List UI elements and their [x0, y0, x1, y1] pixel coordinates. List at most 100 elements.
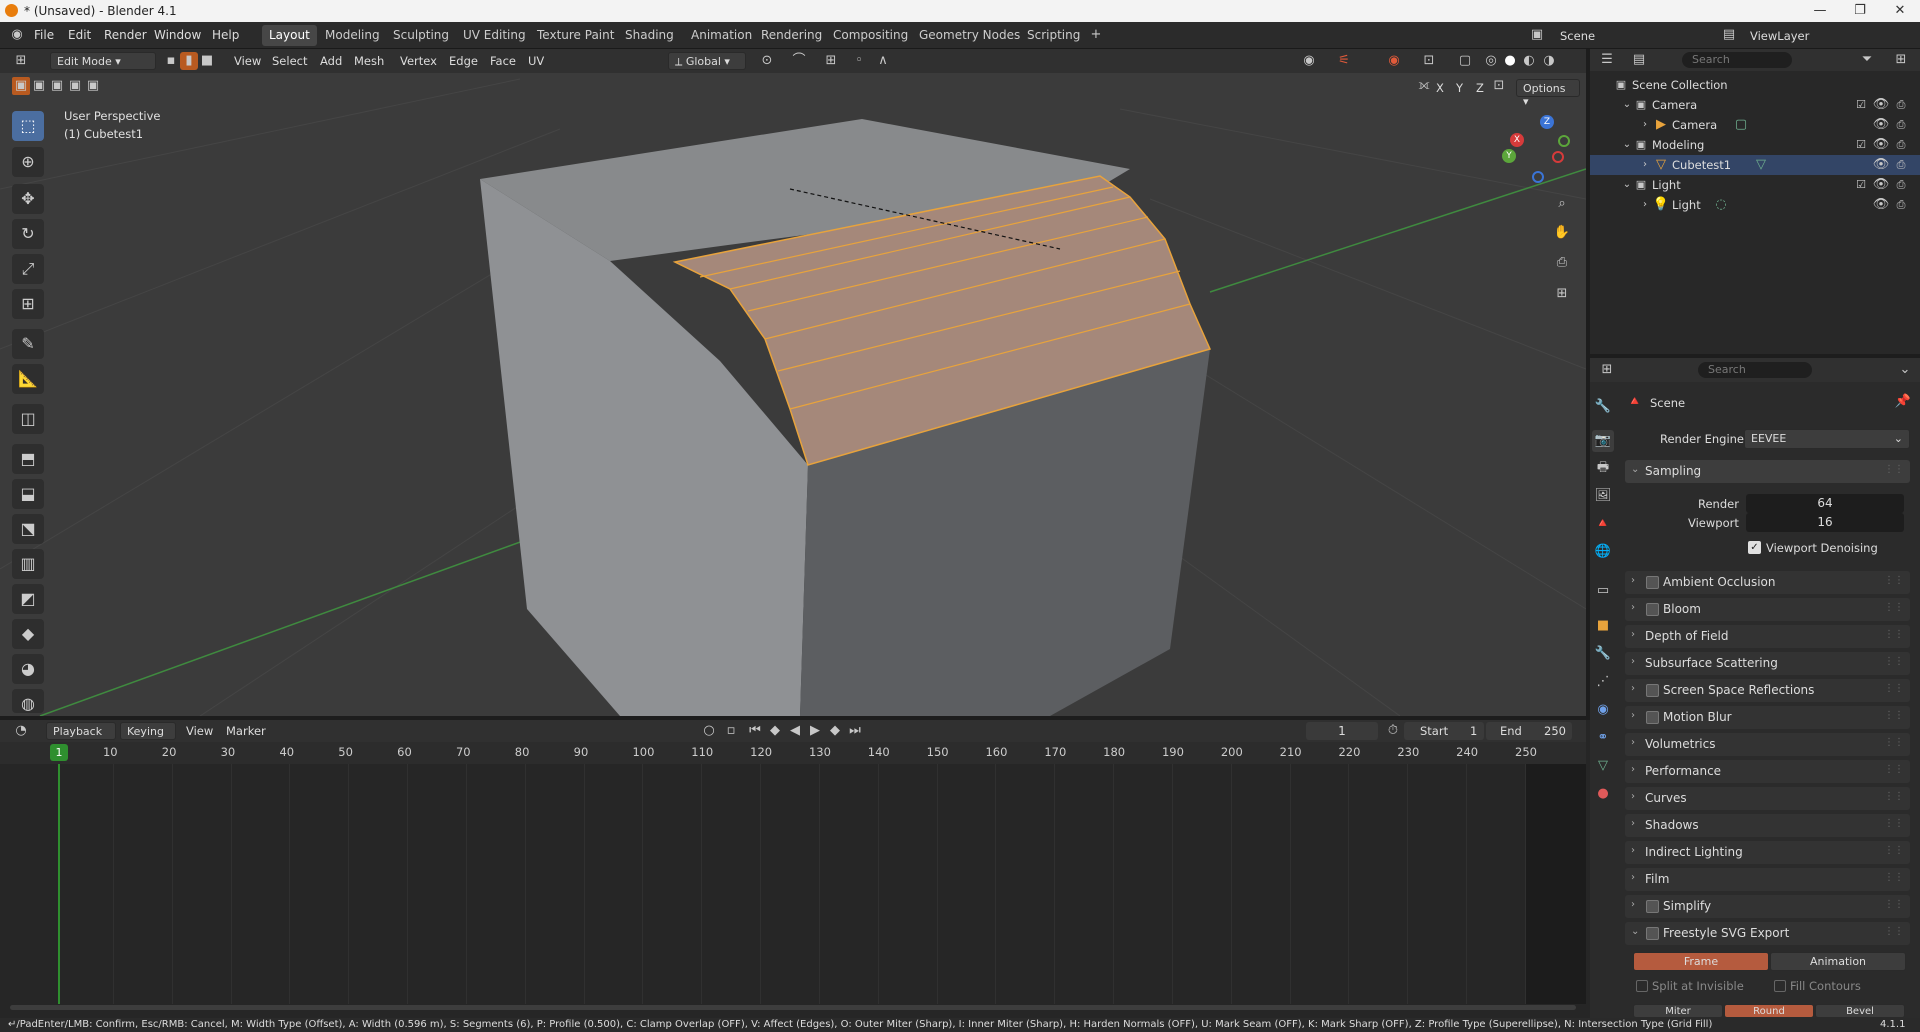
scale-tool[interactable]: ⤢ — [12, 254, 44, 284]
freestyle-frame-button[interactable]: Frame — [1633, 952, 1769, 971]
fill-contours-checkbox[interactable] — [1774, 980, 1786, 992]
panel-simplify[interactable]: › Simplify ⋮⋮ — [1625, 895, 1910, 918]
eye-icon[interactable]: 👁 — [1872, 176, 1890, 194]
scene-icon[interactable]: ▣ — [1528, 26, 1546, 44]
inset-tool[interactable]: ⬓ — [12, 479, 44, 509]
outliner-row-light-object[interactable]: › 💡 Light ◌ 👁 ⎙ — [1590, 195, 1920, 215]
render-camera-icon[interactable]: ⎙ — [1892, 156, 1910, 174]
add-workspace-icon[interactable]: + — [1087, 26, 1105, 44]
light-data-icon[interactable]: ◌ — [1712, 196, 1730, 214]
menu-mesh[interactable]: Mesh — [354, 54, 384, 68]
checkbox-icon[interactable]: ☑ — [1852, 96, 1870, 114]
close-icon[interactable]: ✕ — [1880, 2, 1920, 20]
snap-icon[interactable]: ⌒ — [790, 52, 808, 70]
record-icon[interactable]: ○ — [700, 722, 718, 740]
falloff-icon[interactable]: ∧ — [874, 52, 892, 70]
camera-view-icon[interactable]: ⎙ — [1553, 254, 1571, 272]
start-frame-field[interactable]: Start 1 — [1404, 722, 1484, 740]
new-collection-icon[interactable]: ⊞ — [1892, 51, 1910, 69]
playback-menu[interactable]: Playback ▾ — [46, 722, 116, 751]
collection-tab-icon[interactable]: ▭ — [1592, 580, 1614, 602]
render-camera-icon[interactable]: ⎙ — [1892, 116, 1910, 134]
timeline-view-menu[interactable]: View — [186, 724, 213, 738]
view-layer-name[interactable]: ViewLayer — [1750, 29, 1809, 43]
panel-film[interactable]: › Film ⋮⋮ — [1625, 868, 1910, 891]
menu-edit[interactable]: Edit — [68, 28, 91, 42]
rotate-tool[interactable]: ↻ — [12, 219, 44, 249]
panel-enable-checkbox[interactable] — [1646, 927, 1659, 940]
eye-icon[interactable]: 👁 — [1872, 196, 1890, 214]
auto-key-icon[interactable]: ▫ — [722, 722, 740, 740]
next-keyframe-icon[interactable]: ◆ — [826, 722, 844, 740]
freestyle-animation-button[interactable]: Animation — [1770, 952, 1906, 971]
viewport-denoising-checkbox[interactable]: ✓ — [1748, 541, 1761, 554]
render-camera-icon[interactable]: ⎙ — [1892, 136, 1910, 154]
outliner-row-cubetest1[interactable]: › ▽ Cubetest1 ▽ 👁 ⎙ — [1590, 155, 1920, 175]
select-mode-invert-icon[interactable]: ▣ — [66, 77, 84, 95]
snap-target-icon[interactable]: ⊞ — [822, 52, 840, 70]
eye-icon[interactable]: 👁 — [1872, 136, 1890, 154]
panel-volumetrics[interactable]: › Volumetrics ⋮⋮ — [1625, 733, 1910, 756]
viewport-samples-field[interactable]: 16 — [1746, 513, 1904, 532]
view-layer-tab-icon[interactable]: 🖼 — [1592, 485, 1614, 507]
camera-data-icon[interactable]: ▢ — [1732, 116, 1750, 134]
menu-uv[interactable]: UV — [528, 54, 544, 68]
gizmo-z-axis[interactable]: Z — [1540, 115, 1554, 129]
spin-tool[interactable]: ◕ — [12, 654, 44, 684]
visibility-icon[interactable]: ◉ — [1300, 52, 1318, 70]
mode-dropdown[interactable]: Edit Mode ▾ — [50, 52, 156, 70]
tab-scripting[interactable]: Scripting — [1020, 25, 1087, 46]
navigation-gizmo[interactable]: Z X Y — [1502, 115, 1572, 185]
panel-bloom[interactable]: › Bloom ⋮⋮ — [1625, 598, 1910, 621]
preview-range-icon[interactable]: ⏱ — [1384, 722, 1402, 740]
tab-compositing[interactable]: Compositing — [826, 25, 915, 46]
menu-face[interactable]: Face — [490, 54, 516, 68]
solid-shading-icon[interactable]: ● — [1501, 52, 1519, 70]
panel-enable-checkbox[interactable] — [1646, 684, 1659, 697]
panel-curves[interactable]: › Curves ⋮⋮ — [1625, 787, 1910, 810]
properties-options-icon[interactable]: ⌄ — [1896, 361, 1914, 379]
zoom-icon[interactable]: ⌕ — [1553, 195, 1571, 213]
tab-geometry-nodes[interactable]: Geometry Nodes — [912, 25, 1027, 46]
particles-tab-icon[interactable]: ⋰ — [1592, 671, 1614, 693]
gizmo-neg-z[interactable] — [1532, 171, 1544, 183]
outliner-editor-icon[interactable]: ☰ — [1598, 51, 1616, 69]
drag-grip-icon[interactable]: ⋮⋮ — [1884, 710, 1904, 721]
tab-texture-paint[interactable]: Texture Paint — [530, 25, 621, 46]
menu-render[interactable]: Render — [104, 28, 147, 42]
cursor-tool[interactable]: ⊕ — [12, 147, 44, 177]
extrude-tool[interactable]: ⬒ — [12, 444, 44, 474]
move-tool[interactable]: ✥ — [12, 184, 44, 214]
face-select-icon[interactable]: ■ — [198, 52, 216, 70]
transform-tool[interactable]: ⊞ — [12, 289, 44, 319]
outliner-row-modeling-collection[interactable]: ⌄ ▣ Modeling ☑ 👁 ⎙ — [1590, 135, 1920, 155]
perspective-toggle-icon[interactable]: ⊞ — [1553, 285, 1571, 303]
render-tab-icon[interactable]: 📷 — [1592, 430, 1614, 452]
panel-enable-checkbox[interactable] — [1646, 900, 1659, 913]
properties-search[interactable]: Search — [1698, 362, 1812, 378]
drag-grip-icon[interactable]: ⋮⋮ — [1884, 737, 1904, 748]
gizmo-icon[interactable]: ⚟ — [1335, 52, 1353, 70]
options-dropdown[interactable]: Options ▾ — [1516, 79, 1580, 108]
pivot-icon[interactable]: ⊙ — [758, 52, 776, 70]
blender-menu-icon[interactable]: ◉ — [8, 26, 26, 44]
loop-cut-tool[interactable]: ▥ — [12, 549, 44, 579]
miter-join-button[interactable]: Miter — [1633, 1004, 1723, 1018]
mesh-overlay-icon[interactable]: ⊡ — [1420, 52, 1438, 70]
viewport-3d[interactable]: ⊞ Edit Mode ▾ ▪ ▮ ■ View Select Add Mesh… — [0, 49, 1586, 716]
vertex-select-icon[interactable]: ▪ — [162, 52, 180, 70]
mirror-x[interactable]: X — [1436, 81, 1444, 95]
checkbox-icon[interactable]: ☑ — [1852, 136, 1870, 154]
edge-select-icon[interactable]: ▮ — [180, 52, 198, 70]
timeline-scrollbar[interactable] — [10, 1005, 1576, 1010]
outliner-row-camera-collection[interactable]: ⌄ ▣ Camera ☑ 👁 ⎙ — [1590, 95, 1920, 115]
proportional-edit-icon[interactable]: ◦ — [850, 52, 868, 70]
render-camera-icon[interactable]: ⎙ — [1892, 96, 1910, 114]
view-layer-icon[interactable]: ▤ — [1720, 26, 1738, 44]
select-mode-intersect-icon[interactable]: ▣ — [84, 77, 102, 95]
poly-build-tool[interactable]: ◆ — [12, 619, 44, 649]
transform-orientation-dropdown[interactable]: ⟂ Global ▾ — [668, 52, 746, 70]
rendered-shading-icon[interactable]: ◑ — [1540, 52, 1558, 70]
outliner-row-scene-collection[interactable]: ▣ Scene Collection — [1590, 75, 1920, 95]
modifier-tab-icon[interactable]: 🔧 — [1592, 643, 1614, 665]
